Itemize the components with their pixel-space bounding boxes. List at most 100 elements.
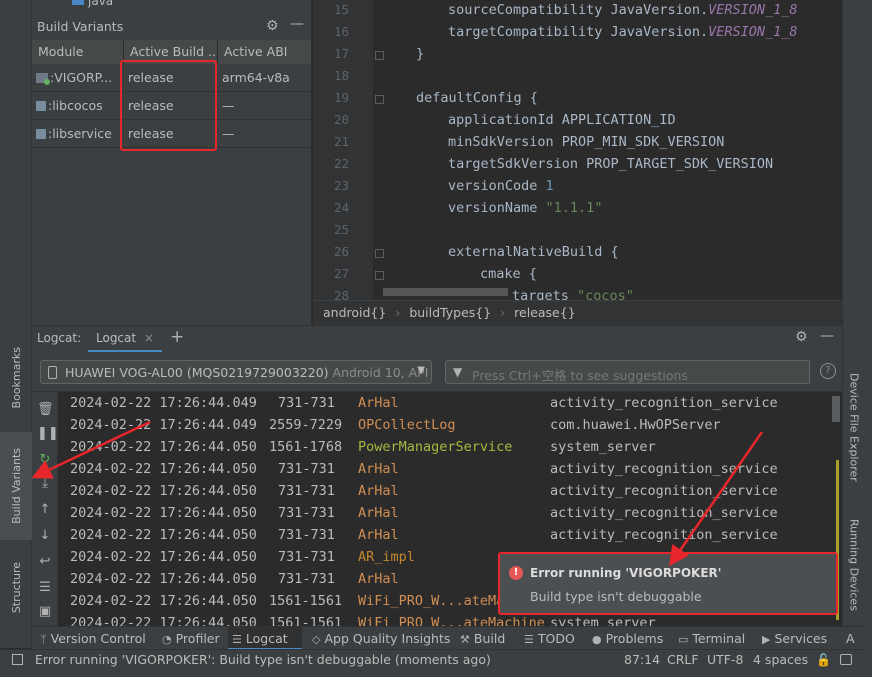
notification-title: Error running 'VIGORPOKER' — [530, 566, 722, 580]
bookmarks-tab[interactable]: Bookmarks — [0, 335, 32, 420]
tree-item-java[interactable]: java — [72, 0, 113, 8]
error-notification[interactable]: ! Error running 'VIGORPOKER' Build type … — [498, 552, 838, 615]
code-line[interactable]: defaultConfig { — [416, 90, 538, 106]
help-icon[interactable]: ? — [820, 363, 836, 379]
column-module[interactable]: Module — [32, 40, 124, 64]
tab-problems[interactable]: ● Problems — [588, 627, 667, 650]
fold-marker-icon[interactable] — [375, 95, 384, 104]
code-line[interactable]: applicationId APPLICATION_ID — [448, 112, 676, 128]
code-line[interactable]: cmake { — [480, 266, 537, 282]
log-row[interactable]: 2024-02-22 17:26:44.049 731-731 ArHal activ… — [70, 395, 830, 417]
log-timestamp: 2024-02-22 17:26:44.049 — [70, 395, 257, 411]
add-tab-icon[interactable]: + — [170, 327, 184, 347]
fold-marker-icon[interactable] — [375, 249, 384, 258]
minimize-icon[interactable]: — — [820, 328, 834, 344]
log-row[interactable]: 2024-02-22 17:26:44.050 1561-1768 PowerMan… — [70, 439, 830, 461]
log-pid: 731-731 — [278, 395, 335, 411]
line-number: 26 — [333, 244, 349, 259]
code-line[interactable]: externalNativeBuild { — [448, 244, 619, 260]
log-timestamp: 2024-02-22 17:26:44.049 — [70, 417, 257, 433]
app-quality-icon: ◇ — [312, 633, 321, 646]
horizontal-scrollbar[interactable] — [383, 288, 508, 296]
notifications-icon[interactable] — [840, 654, 852, 665]
log-tag: WiFi_PRO_W...ateMachine — [358, 615, 545, 626]
abi-cell[interactable]: arm64-v8a — [218, 64, 312, 92]
status-message[interactable]: Error running 'VIGORPOKER': Build type i… — [35, 652, 491, 667]
line-number: 22 — [333, 156, 349, 171]
device-dropdown[interactable]: HUAWEI VOG-AL00 (MQS0219729003220) Andro… — [40, 360, 432, 384]
build-variants-tab[interactable]: Build Variants — [0, 432, 32, 540]
log-timestamp: 2024-02-22 17:26:44.050 — [70, 527, 257, 543]
tab-build[interactable]: ⚒ Build — [456, 627, 509, 650]
log-tag: ArHal — [358, 461, 399, 477]
toggle-panels-icon[interactable] — [12, 654, 23, 665]
indent-setting[interactable]: 4 spaces — [753, 652, 808, 667]
code-area[interactable]: 15 sourceCompatibility JavaVersion.VERSIO… — [313, 0, 833, 300]
tab-version-control[interactable]: ᛘ Version Control — [36, 627, 150, 650]
module-cell: :libservice — [32, 120, 124, 148]
abi-cell[interactable]: — — [218, 120, 312, 148]
code-line[interactable]: targetCompatibility JavaVersion.VERSION_… — [448, 24, 798, 40]
build-variants-panel: java Build Variants ⚙ — Module Active Bu… — [32, 0, 312, 325]
running-devices-tab[interactable]: Running Devices — [843, 510, 865, 620]
tab-logcat[interactable]: Logcat × — [88, 326, 162, 352]
structure-tab[interactable]: Structure — [0, 545, 32, 630]
bottom-tool-tabs: ᛘ Version Control ◔ Profiler ☰ Logcat ◇ App … — [32, 626, 864, 650]
breadcrumb-item[interactable]: release{} — [514, 305, 576, 320]
code-line[interactable]: targetSdkVersion PROP_TARGET_SDK_VERSION — [448, 156, 773, 172]
device-file-explorer-tab[interactable]: Device File Explorer — [843, 362, 865, 492]
tab-todo[interactable]: ☰ TODO — [520, 627, 579, 650]
code-line[interactable]: } — [416, 46, 424, 62]
breadcrumb-item[interactable]: android{} — [323, 305, 386, 320]
fold-marker-icon[interactable] — [375, 271, 384, 280]
log-timestamp: 2024-02-22 17:26:44.050 — [70, 483, 257, 499]
fold-marker-icon[interactable] — [375, 51, 384, 60]
services-icon: ▶ — [762, 633, 771, 646]
line-separator[interactable]: CRLF — [667, 652, 699, 667]
log-row[interactable]: 2024-02-22 17:26:44.050 731-731 ArHal activ… — [70, 483, 830, 505]
log-row[interactable]: 2024-02-22 17:26:44.050 731-731 ArHal activ… — [70, 461, 830, 483]
tab-logcat[interactable]: ☰ Logcat — [228, 627, 302, 650]
panel-title: Build Variants — [37, 19, 124, 34]
tab-app-quality-insights[interactable]: ◇ App Quality Insights — [308, 627, 454, 650]
gear-icon[interactable]: ⚙ — [266, 18, 279, 34]
code-line[interactable]: versionName "1.1.1" — [448, 200, 602, 216]
tab-terminal[interactable]: ▭ Terminal — [674, 627, 749, 650]
logcat-header: Logcat: Logcat × + ⚙ — — [32, 326, 842, 352]
log-row[interactable]: 2024-02-22 17:26:44.050 731-731 ArHal activ… — [70, 527, 830, 549]
log-tag: PowerManagerService — [358, 439, 513, 455]
minimize-icon[interactable]: — — [290, 16, 304, 32]
log-tag: ArHal — [358, 527, 399, 543]
code-line[interactable]: sourceCompatibility JavaVersion.VERSION_… — [448, 2, 798, 18]
line-number: 16 — [333, 24, 349, 39]
abi-cell[interactable]: — — [218, 92, 312, 120]
window-edge — [864, 0, 872, 677]
log-pid: 731-731 — [278, 505, 335, 521]
tab-profiler[interactable]: ◔ Profiler — [158, 627, 224, 650]
log-row[interactable]: 2024-02-22 17:26:44.050 1561-1561 WiFi_PRO… — [70, 615, 830, 626]
breadcrumb-item[interactable]: buildTypes{} — [409, 305, 491, 320]
code-line[interactable]: minSdkVersion PROP_MIN_SDK_VERSION — [448, 134, 724, 150]
scroll-thumb[interactable] — [832, 396, 840, 422]
todo-icon: ☰ — [524, 633, 534, 646]
code-line[interactable]: targets "cocos" — [512, 288, 634, 300]
column-active-abi[interactable]: Active ABI — [218, 40, 312, 64]
caret-position[interactable]: 87:14 — [624, 652, 660, 667]
log-row[interactable]: 2024-02-22 17:26:44.049 2559-7229 OPCollec… — [70, 417, 830, 439]
code-editor[interactable]: 15 sourceCompatibility JavaVersion.VERSIO… — [313, 0, 842, 325]
file-encoding[interactable]: UTF-8 — [707, 652, 743, 667]
code-line[interactable]: versionCode 1 — [448, 178, 554, 194]
log-row[interactable]: 2024-02-22 17:26:44.050 731-731 ArHal activ… — [70, 505, 830, 527]
close-icon[interactable]: × — [144, 331, 154, 345]
line-number: 17 — [333, 46, 349, 61]
tab-services[interactable]: ▶ Services — [758, 627, 831, 650]
log-tag: ArHal — [358, 483, 399, 499]
filter-input[interactable]: ▼ Press Ctrl+空格 to see suggestions — [445, 360, 810, 384]
lock-icon[interactable]: 🔓 — [816, 653, 831, 667]
tab-more[interactable]: A — [842, 627, 859, 650]
log-tag: ArHal — [358, 571, 399, 587]
gear-icon[interactable]: ⚙ — [795, 329, 808, 345]
log-pid: 731-731 — [278, 549, 335, 565]
log-package: com.huawei.HwOPServer — [550, 417, 721, 433]
log-tag: AR_impl — [358, 549, 415, 565]
